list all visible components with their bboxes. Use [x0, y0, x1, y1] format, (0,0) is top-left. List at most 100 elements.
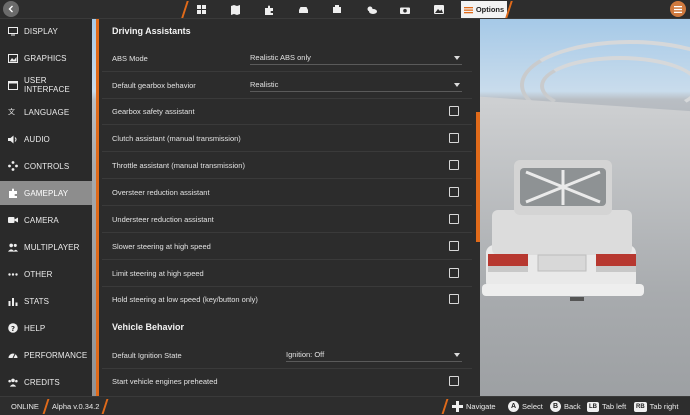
sidebar-item-label: GRAPHICS — [24, 53, 67, 63]
sidebar-item-label: CREDITS — [24, 377, 60, 387]
toolbar-divider — [181, 1, 189, 18]
group-icon — [8, 377, 18, 387]
version-label: Alpha v.0.34.2 — [52, 397, 99, 415]
rb-button-icon: RB — [634, 401, 647, 412]
chevron-left-icon — [8, 5, 13, 13]
translate-icon: 文 — [8, 107, 18, 117]
lb-button-icon: LB — [587, 401, 599, 412]
sidebar-item-help[interactable]: ? HELP — [0, 316, 92, 340]
people-icon — [8, 242, 18, 252]
version-text: Alpha v.0.34.2 — [52, 402, 100, 411]
sidebar-item-label: LANGUAGE — [24, 107, 70, 117]
row-divider — [102, 259, 472, 260]
section-title-driving-assistants: Driving Assistants — [112, 26, 191, 36]
sidebar-item-camera[interactable]: CAMERA — [0, 208, 92, 232]
back-button[interactable] — [3, 1, 19, 17]
sidebar-item-language[interactable]: 文 LANGUAGE — [0, 100, 92, 124]
clutch-assistant-checkbox[interactable] — [449, 133, 459, 143]
sidebar-item-gameplay[interactable]: GAMEPLAY — [0, 181, 92, 205]
panel-scrollbar[interactable] — [476, 112, 480, 242]
dots-icon — [8, 269, 18, 279]
tab-environment[interactable] — [360, 2, 382, 17]
sidebar-item-label: PERFORMANCE — [24, 350, 88, 360]
row-divider — [102, 98, 472, 99]
svg-text:?: ? — [11, 325, 15, 333]
online-status: ONLINE — [11, 397, 39, 415]
sidebar-item-stats[interactable]: STATS — [0, 289, 92, 313]
engine-icon — [333, 5, 341, 13]
camera-icon — [400, 7, 410, 14]
abs-mode-dropdown[interactable]: Realistic ABS only — [250, 51, 462, 65]
help-icon: ? — [8, 323, 18, 333]
hint-tab-right[interactable]: RB Tab right — [634, 397, 678, 415]
a-button-icon: A — [508, 401, 519, 412]
sidebar-item-controls[interactable]: CONTROLS — [0, 154, 92, 178]
row-divider — [102, 71, 472, 72]
ignition-dropdown[interactable]: Ignition: Off — [286, 348, 462, 362]
bar-chart-icon — [8, 296, 18, 306]
gearbox-label: Default gearbox behavior — [112, 81, 196, 90]
gearbox-safety-checkbox[interactable] — [449, 106, 459, 116]
main-menu-button[interactable] — [670, 1, 686, 17]
sidebar-item-performance[interactable]: PERFORMANCE — [0, 343, 92, 367]
tab-options[interactable]: Options — [461, 1, 507, 18]
checkbox-label: Slower steering at high speed — [112, 242, 211, 251]
sidebar-item-multiplayer[interactable]: MULTIPLAYER — [0, 235, 92, 259]
preheat-checkbox[interactable] — [449, 376, 459, 386]
row-divider — [102, 205, 472, 206]
tab-vehicle-config[interactable] — [326, 2, 348, 17]
sidebar-item-label: GAMEPLAY — [24, 188, 69, 198]
tab-photo-mode[interactable] — [394, 2, 416, 17]
hint-back[interactable]: B Back — [550, 397, 581, 415]
throttle-assistant-checkbox[interactable] — [449, 160, 459, 170]
sidebar-item-display[interactable]: DISPLAY — [0, 19, 92, 43]
sidebar-item-user-interface[interactable]: USER INTERFACE — [0, 73, 92, 97]
understeer-reduction-checkbox[interactable] — [449, 214, 459, 224]
options-sidebar: DISPLAY GRAPHICS USER INTERFACE 文 LANGUA… — [0, 19, 92, 396]
tab-gallery[interactable] — [428, 2, 450, 17]
tab-mods[interactable] — [258, 2, 280, 17]
checkbox-label: Clutch assistant (manual transmission) — [112, 134, 241, 143]
hamburger-icon — [674, 5, 682, 13]
map-icon — [230, 4, 240, 15]
gearbox-dropdown[interactable]: Realistic — [250, 78, 462, 92]
section-title-vehicle-behavior: Vehicle Behavior — [112, 322, 185, 332]
ignition-label: Default Ignition State — [112, 351, 182, 360]
hint-navigate[interactable]: Navigate — [452, 397, 496, 415]
sidebar-item-credits[interactable]: CREDITS — [0, 370, 92, 394]
abs-mode-value: Realistic ABS only — [250, 53, 311, 62]
sidebar-item-label: STATS — [24, 296, 50, 306]
sidebar-item-audio[interactable]: AUDIO — [0, 127, 92, 151]
weather-icon — [367, 6, 377, 14]
abs-mode-label: ABS Mode — [112, 54, 148, 63]
sidebar-item-graphics[interactable]: GRAPHICS — [0, 46, 92, 70]
checkbox-label: Gearbox safety assistant — [112, 107, 195, 116]
tab-map[interactable] — [224, 2, 246, 17]
tab-apps[interactable] — [190, 2, 212, 17]
hint-divider — [441, 399, 449, 414]
hint-label: Tab right — [649, 402, 679, 411]
hint-tab-left[interactable]: LB Tab left — [587, 397, 626, 415]
car-icon — [298, 6, 308, 13]
vehicle-rear-view — [482, 160, 644, 301]
gameplay-settings-panel — [96, 19, 480, 396]
gamepad-icon — [8, 161, 18, 171]
gearbox-value: Realistic — [250, 80, 279, 89]
hold-steering-checkbox[interactable] — [449, 294, 459, 304]
puzzle-icon — [265, 5, 273, 15]
slower-steering-checkbox[interactable] — [449, 241, 459, 251]
chevron-down-icon — [454, 82, 460, 87]
row-divider — [102, 178, 472, 179]
chevron-down-icon — [454, 55, 460, 60]
oversteer-reduction-checkbox[interactable] — [449, 187, 459, 197]
hint-select[interactable]: A Select — [508, 397, 543, 415]
tab-vehicles[interactable] — [292, 2, 314, 17]
sidebar-item-label: OTHER — [24, 269, 53, 279]
ignition-value: Ignition: Off — [286, 350, 325, 359]
video-camera-icon — [8, 215, 18, 225]
sidebar-item-label: CAMERA — [24, 215, 59, 225]
sidebar-item-other[interactable]: OTHER — [0, 262, 92, 286]
sliders-icon — [463, 6, 473, 13]
limit-steering-checkbox[interactable] — [449, 268, 459, 278]
checkbox-label: Understeer reduction assistant — [112, 215, 214, 224]
